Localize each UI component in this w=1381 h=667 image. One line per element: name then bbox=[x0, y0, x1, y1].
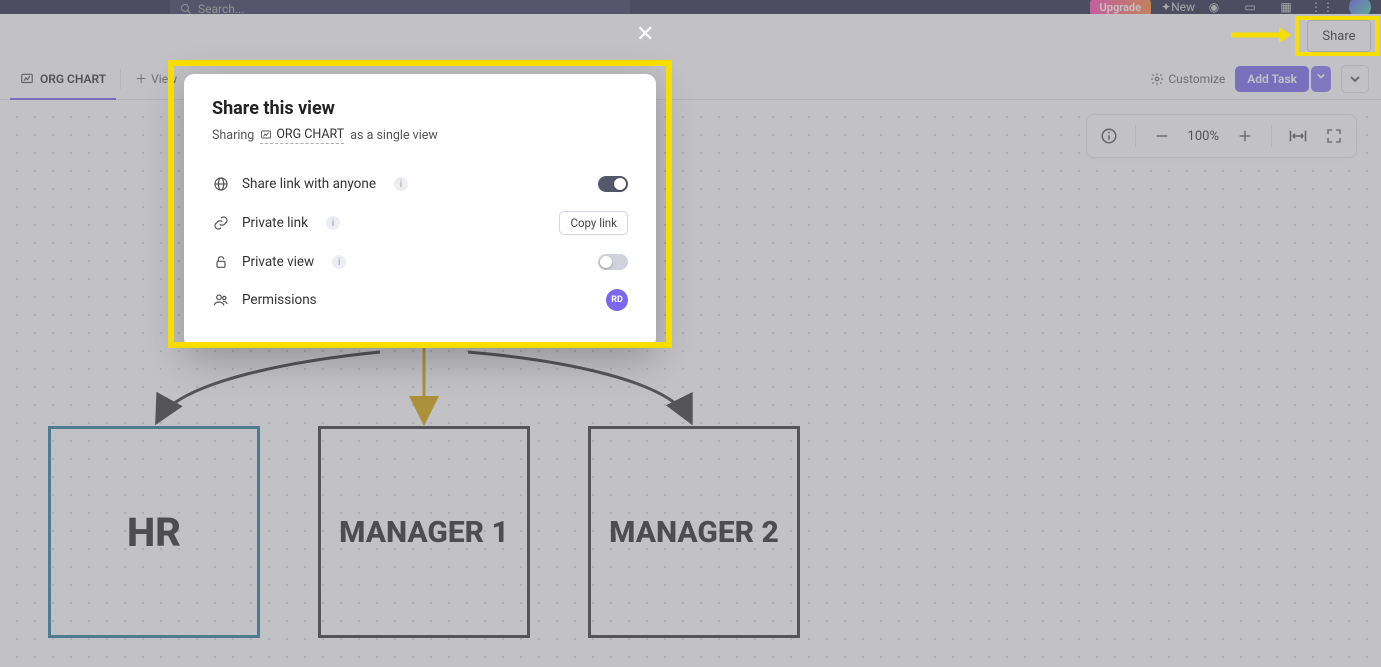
share-anyone-toggle[interactable] bbox=[598, 176, 628, 192]
modal-subtitle: Sharing ORG CHART as a single view bbox=[212, 127, 628, 144]
private-view-toggle[interactable] bbox=[598, 254, 628, 270]
row-share-anyone: Share link with anyone i bbox=[212, 166, 628, 202]
share-view-modal: Share this view Sharing ORG CHART as a s… bbox=[184, 74, 656, 348]
row-private-view: Private view i bbox=[212, 244, 628, 280]
info-icon[interactable]: i bbox=[394, 177, 408, 191]
modal-title: Share this view bbox=[212, 98, 628, 119]
link-icon bbox=[212, 214, 230, 232]
row-private-link: Private link i Copy link bbox=[212, 202, 628, 244]
lock-icon bbox=[212, 253, 230, 271]
permissions-avatar[interactable]: RD bbox=[606, 289, 628, 311]
info-icon[interactable]: i bbox=[332, 255, 346, 269]
people-icon bbox=[212, 291, 230, 309]
globe-icon bbox=[212, 175, 230, 193]
close-icon[interactable]: ✕ bbox=[636, 22, 654, 47]
copy-link-button[interactable]: Copy link bbox=[559, 211, 628, 235]
info-icon[interactable]: i bbox=[326, 216, 340, 230]
row-permissions: Permissions RD bbox=[212, 280, 628, 320]
whiteboard-icon bbox=[260, 129, 272, 141]
view-chip[interactable]: ORG CHART bbox=[260, 127, 344, 144]
